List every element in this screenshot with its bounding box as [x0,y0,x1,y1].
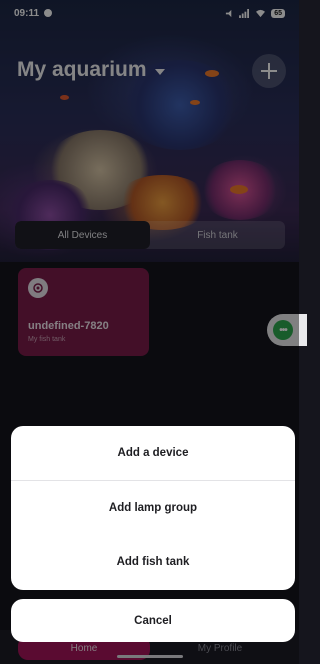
add-device-option[interactable]: Add a device [11,426,295,480]
action-sheet: Add a device Add lamp group Add fish tan… [11,426,295,590]
add-lamp-group-option[interactable]: Add lamp group [11,481,295,535]
cancel-button[interactable]: Cancel [11,599,295,642]
add-fish-tank-option[interactable]: Add fish tank [11,535,295,589]
